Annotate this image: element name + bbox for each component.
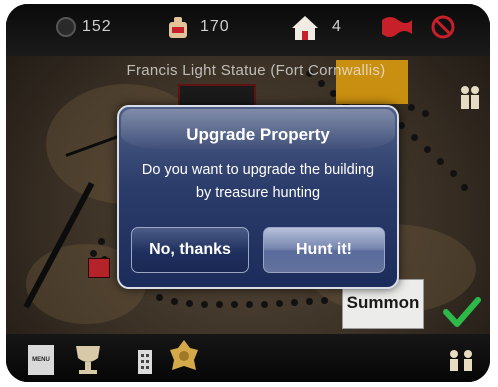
player-token[interactable] — [458, 82, 482, 122]
path-dot — [408, 104, 415, 111]
hunt-it-button[interactable]: Hunt it! — [263, 227, 385, 273]
upgrade-property-dialog: Upgrade Property Do you want to upgrade … — [117, 105, 399, 289]
path-dot — [186, 300, 193, 307]
checkmark-icon[interactable] — [442, 296, 482, 330]
dialog-message: Do you want to upgrade the building by t… — [129, 159, 387, 205]
no-thanks-button[interactable]: No, thanks — [131, 227, 249, 273]
bag-icon — [166, 14, 190, 40]
flag-icon[interactable] — [380, 14, 414, 40]
path-dot — [291, 299, 298, 306]
path-dot — [461, 184, 468, 191]
dialog-message-line: by treasure hunting — [195, 185, 321, 201]
dialog-message-line: Do you want to upgrade the building — [141, 162, 375, 178]
houses-count: 4 — [332, 18, 342, 35]
path-dot — [398, 122, 405, 129]
no-entry-icon[interactable] — [430, 14, 456, 40]
path-dot — [171, 298, 178, 305]
building-icon[interactable] — [134, 344, 156, 376]
players-icon[interactable] — [446, 348, 476, 376]
path-dot — [424, 146, 431, 153]
location-caption: Francis Light Statue (Fort Cornwallis) — [126, 62, 386, 79]
path-dot — [450, 170, 457, 177]
dialog-title: Upgrade Property — [186, 125, 330, 144]
badge-icon[interactable] — [168, 338, 200, 378]
path-dot — [422, 110, 429, 117]
path-dot — [411, 134, 418, 141]
path-dot — [318, 80, 325, 87]
path-dot — [261, 301, 268, 308]
card-label: MENU — [32, 357, 50, 363]
path-dot — [437, 158, 444, 165]
house-icon — [290, 14, 320, 40]
path-dot — [231, 301, 238, 308]
card-icon[interactable]: MENU — [28, 345, 54, 375]
coin-icon — [54, 14, 78, 40]
path-dot — [201, 301, 208, 308]
path-dot — [90, 250, 97, 257]
property-marker[interactable] — [88, 258, 110, 278]
top-status-bar: 152 170 4 — [6, 4, 490, 56]
path-dot — [306, 298, 313, 305]
trophy-icon[interactable] — [70, 344, 106, 376]
path-dot — [276, 300, 283, 307]
path-dot — [246, 301, 253, 308]
cash-count: 152 — [82, 18, 112, 35]
path-dot — [216, 301, 223, 308]
game-screen: 152 170 4 Francis Light Statue (Fort Cor… — [6, 4, 490, 382]
path-dot — [98, 238, 105, 245]
path-dot — [321, 297, 328, 304]
path-dot — [156, 294, 163, 301]
population-count: 170 — [200, 18, 230, 35]
